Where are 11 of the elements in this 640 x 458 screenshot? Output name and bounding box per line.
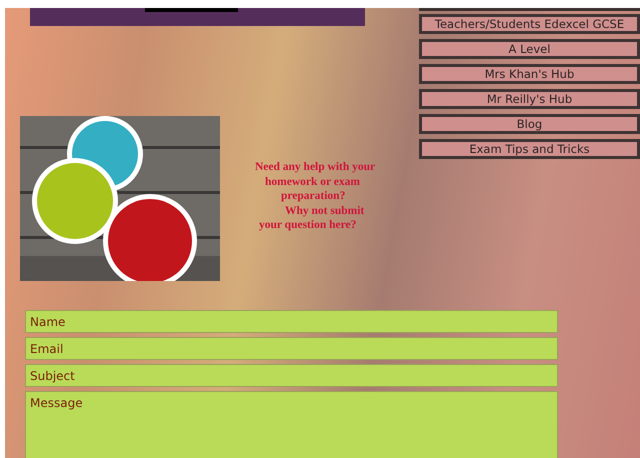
nav-button[interactable]: Exam Tips and Tricks [419,139,640,159]
message-field[interactable]: Message [25,391,558,458]
nav-button[interactable]: A Level [419,39,640,59]
nav-button[interactable]: Mrs Khan's Hub [419,64,640,84]
nav-button[interactable]: Mr Reilly's Hub [419,89,640,109]
input-field[interactable]: Name [25,310,558,333]
input-field[interactable]: Subject [25,364,558,387]
input-field[interactable]: Email [25,337,558,360]
nav-button[interactable]: Teachers/Students Edexcel GCSE [419,14,640,34]
help-text: Need any help with your homework or exam preparation? Why not submit your question here? [255,160,376,232]
nav-button[interactable]: Blog [419,114,640,134]
